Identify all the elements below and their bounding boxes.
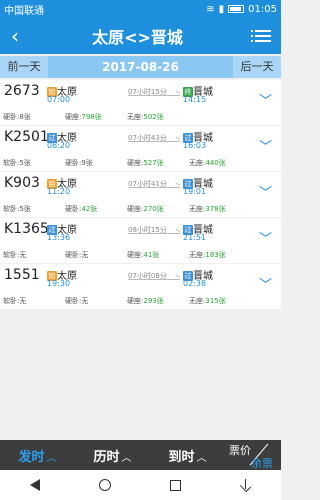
seat-info: 硬卧:9张	[65, 159, 93, 167]
arrow-icon	[128, 95, 180, 96]
next-day-button[interactable]: 后一天	[233, 56, 281, 78]
seat-info: 硬卧:42张	[65, 205, 98, 213]
nav-back-icon[interactable]	[29, 479, 40, 491]
departure-time: 08:20	[47, 141, 71, 150]
departure-time: 13:36	[47, 233, 71, 242]
seat-info: 硬座:270张	[127, 205, 164, 213]
seat-info: 无座:378张	[189, 205, 226, 213]
train-number: K1365	[4, 221, 49, 237]
menu-icon[interactable]	[245, 30, 281, 42]
seat-info: 硬座:293张	[127, 297, 164, 305]
page-title: 太原<>晋城	[92, 28, 183, 47]
price-label: 票价	[229, 444, 251, 457]
seat-info: 硬座:527张	[127, 159, 164, 167]
train-number: K2501	[4, 129, 49, 145]
seat-info: 软卧:5张	[3, 205, 31, 213]
chevron-down-icon[interactable]: ﹀	[259, 182, 272, 201]
prev-day-button[interactable]: 前一天	[0, 56, 48, 78]
signal-icon: ▮	[218, 3, 225, 15]
wifi-icon: ≋	[206, 3, 215, 15]
train-row[interactable]: 1551 始太原 19:30 07小时08分 过晋城 02:38 ﹀ 软卧:无硬…	[0, 264, 281, 309]
arrow-icon	[128, 187, 180, 188]
seat-availability: 软卧:无 硬卧:无 硬座:293张 无座:315张	[3, 296, 273, 306]
chevron-down-icon[interactable]: ﹀	[259, 136, 272, 155]
seat-availability: 软卧:5张 硬卧:9张 硬座:527张 无座:440张	[3, 158, 273, 168]
date-label[interactable]: 2017-08-26	[48, 60, 233, 74]
train-number: 2673	[4, 83, 40, 99]
arrow-icon	[128, 233, 180, 234]
title-bar: ‹ 太原<>晋城	[0, 18, 281, 54]
departure-time: 11:20	[47, 187, 71, 196]
departure-time: 19:30	[47, 279, 71, 288]
arrival-time: 19:01	[183, 187, 207, 196]
train-number: K903	[4, 175, 40, 191]
seat-info: 硬座:798张	[65, 113, 102, 121]
seat-info: 硬卧:无	[65, 251, 89, 259]
battery-icon	[228, 5, 245, 13]
seat-info: 硬座:41张	[127, 251, 160, 259]
chevron-down-icon[interactable]: ﹀	[259, 90, 272, 109]
seat-info: 硬卧:无	[65, 297, 89, 305]
train-row[interactable]: 2673 始太原 07:00 07小时15分 终晋城 14:15 ﹀ 硬卧:8张…	[0, 80, 281, 125]
date-bar: 前一天 2017-08-26 后一天	[0, 56, 281, 78]
seat-info: 硬卧:8张	[3, 113, 31, 121]
back-icon[interactable]: ‹	[0, 24, 30, 48]
train-number: 1551	[4, 267, 40, 283]
arrow-icon	[128, 141, 180, 142]
seat-info: 无座:183张	[189, 251, 226, 259]
system-navbar	[0, 470, 281, 500]
train-list: 2673 始太原 07:00 07小时15分 终晋城 14:15 ﹀ 硬卧:8张…	[0, 80, 281, 310]
seat-availability: 软卧:无 硬卧:无 硬座:41张 无座:183张	[3, 250, 273, 260]
status-bar: 中国联通 ≋ ▮ 01:05	[0, 0, 281, 18]
seat-info: 无座:502张	[127, 113, 164, 121]
sort-bar: 发时 ︿ 历时 ︿ 到时 ︿ 票价 余票	[0, 440, 281, 470]
chevron-down-icon[interactable]: ﹀	[259, 228, 272, 247]
sort-duration-tab[interactable]: 历时 ︿	[75, 446, 150, 465]
train-row[interactable]: K903 始太原 11:20 07小时41分 过晋城 19:01 ﹀ 软卧:5张…	[0, 172, 281, 217]
seat-availability: 硬卧:8张 硬座:798张 无座:502张	[3, 112, 273, 122]
arrival-time: 14:15	[183, 95, 207, 104]
seat-info: 软卧:无	[3, 251, 27, 259]
arrival-time: 16:03	[183, 141, 207, 150]
seat-info: 软卧:5张	[3, 159, 31, 167]
remain-label: 余票	[251, 457, 273, 470]
departure-time: 07:00	[47, 95, 71, 104]
sort-arrive-tab[interactable]: 到时 ︿	[150, 446, 225, 465]
clock: 01:05	[248, 3, 277, 15]
price-remain-toggle[interactable]: 票价 余票	[225, 440, 281, 470]
nav-recent-icon[interactable]	[169, 479, 181, 491]
arrival-time: 21:51	[183, 233, 207, 242]
nav-download-icon[interactable]	[240, 479, 252, 491]
seat-info: 软卧:无	[3, 297, 27, 305]
arrival-time: 02:38	[183, 279, 207, 288]
seat-info: 无座:440张	[189, 159, 226, 167]
carrier-label: 中国联通	[4, 5, 44, 17]
seat-availability: 软卧:5张 硬卧:42张 硬座:270张 无座:378张	[3, 204, 273, 214]
nav-home-icon[interactable]	[98, 479, 111, 491]
sort-depart-tab[interactable]: 发时 ︿	[0, 446, 75, 465]
chevron-down-icon[interactable]: ﹀	[259, 274, 272, 293]
train-row[interactable]: K2501 过太原 08:20 07小时43分 过晋城 16:03 ﹀ 软卧:5…	[0, 126, 281, 171]
arrow-icon	[128, 279, 180, 280]
seat-info: 无座:315张	[189, 297, 226, 305]
train-row[interactable]: K1365 过太原 13:36 08小时15分 过晋城 21:51 ﹀ 软卧:无…	[0, 218, 281, 263]
